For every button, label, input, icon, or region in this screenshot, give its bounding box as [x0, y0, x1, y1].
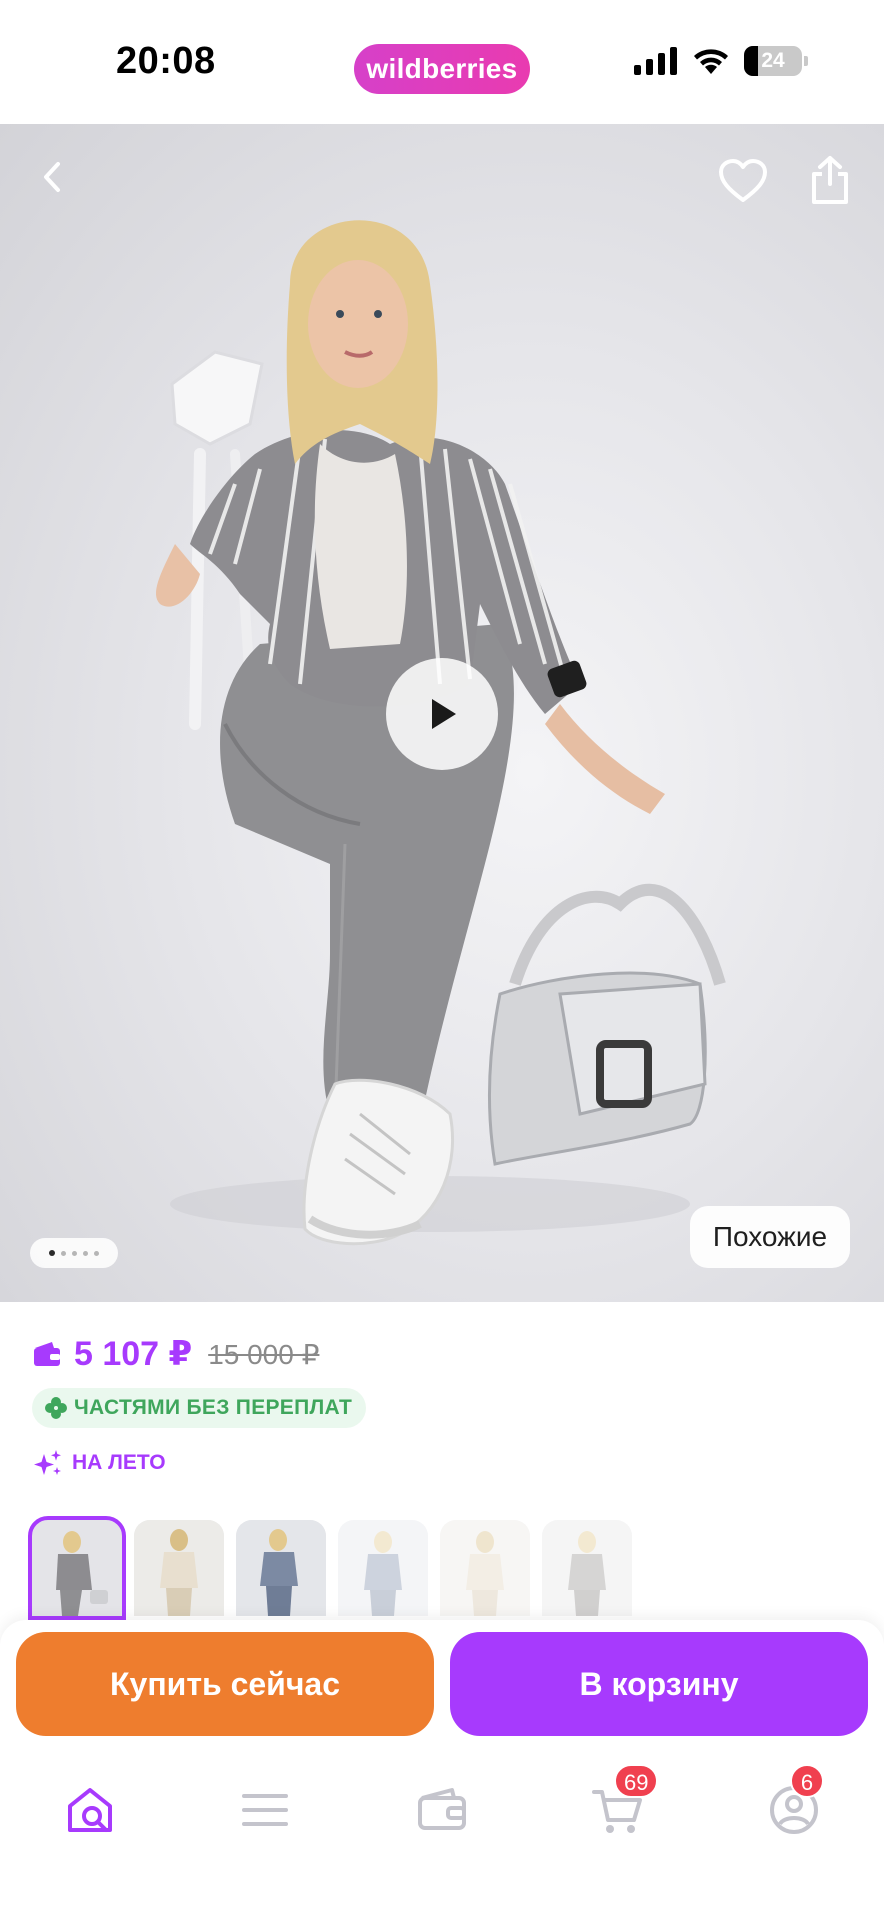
tab-home-search[interactable]: [62, 1780, 122, 1840]
pagination-dot: [94, 1250, 99, 1256]
variant-thumbnail[interactable]: [338, 1520, 428, 1616]
installments-badge[interactable]: ЧАСТЯМИ БЕЗ ПЕРЕПЛАТ: [32, 1388, 367, 1428]
tab-catalog[interactable]: [236, 1780, 296, 1840]
pagination-dot: [83, 1250, 88, 1256]
pagination-dot: [49, 1250, 55, 1256]
purchase-actions: Купить сейчас В корзину: [0, 1620, 884, 1740]
play-icon: [432, 699, 456, 729]
bottom-tab-bar: 69 6: [0, 1740, 884, 1920]
thumbnail-image: [542, 1520, 632, 1616]
tab-profile[interactable]: 6: [764, 1764, 824, 1840]
color-variant-thumbnails: [28, 1516, 632, 1620]
variant-thumbnail[interactable]: [236, 1520, 326, 1616]
tab-cart[interactable]: 69: [588, 1764, 659, 1840]
profile-notification-badge: 6: [790, 1764, 824, 1798]
status-icons: 24: [634, 46, 808, 76]
brand-logo: wildberries: [354, 44, 530, 94]
model-head-illustration: [286, 220, 438, 464]
price-row: 5 107 ₽ 15 000 ₽: [32, 1334, 319, 1374]
promo-tag[interactable]: НА ЛЕТО: [32, 1448, 166, 1478]
back-arrow-icon[interactable]: [30, 154, 76, 200]
variant-thumbnail[interactable]: [440, 1520, 530, 1616]
thumbnail-image: [236, 1520, 326, 1616]
product-image-carousel[interactable]: Похожие: [0, 124, 884, 1302]
add-to-cart-button[interactable]: В корзину: [450, 1632, 868, 1736]
cart-count-badge: 69: [614, 1764, 659, 1798]
wallet-tab-icon: [418, 1788, 466, 1830]
thumbnail-image: [338, 1520, 428, 1616]
gallery-pagination: [30, 1238, 118, 1268]
buy-now-button[interactable]: Купить сейчас: [16, 1632, 434, 1736]
pagination-dot: [72, 1250, 77, 1256]
menu-icon: [242, 1794, 288, 1826]
variant-thumbnail[interactable]: [134, 1520, 224, 1616]
promo-label: НА ЛЕТО: [72, 1451, 166, 1474]
product-page: 20:08 wildberries 24 Похожие 5 107 ₽ 15 …: [0, 0, 884, 1920]
variant-thumbnail[interactable]: [542, 1520, 632, 1616]
sparkles-icon: [34, 1450, 61, 1475]
similar-products-button[interactable]: Похожие: [690, 1206, 850, 1268]
favorite-heart-icon[interactable]: [718, 158, 768, 204]
home-search-icon: [68, 1788, 112, 1832]
share-icon[interactable]: [808, 154, 852, 206]
pagination-dot: [61, 1250, 66, 1256]
status-bar: 20:08 wildberries 24: [0, 0, 884, 124]
installments-label: ЧАСТЯМИ БЕЗ ПЕРЕПЛАТ: [74, 1396, 353, 1419]
thumbnail-image: [440, 1520, 530, 1616]
handbag-illustration: [488, 883, 726, 1166]
battery-icon: 24: [744, 46, 808, 76]
wifi-icon: [694, 49, 728, 74]
play-video-button[interactable]: [386, 658, 498, 770]
thumbnail-image: [32, 1520, 122, 1616]
signal-icon: [634, 47, 677, 75]
clover-icon: [45, 1397, 67, 1419]
current-price: 5 107 ₽: [74, 1335, 193, 1373]
tab-wallet[interactable]: [412, 1780, 472, 1840]
wallet-icon: [34, 1342, 60, 1366]
variant-thumbnail[interactable]: [28, 1516, 126, 1620]
battery-level: 24: [761, 49, 785, 72]
status-time: 20:08: [116, 40, 216, 82]
thumbnail-image: [134, 1520, 224, 1616]
old-price: 15 000 ₽: [208, 1338, 320, 1370]
